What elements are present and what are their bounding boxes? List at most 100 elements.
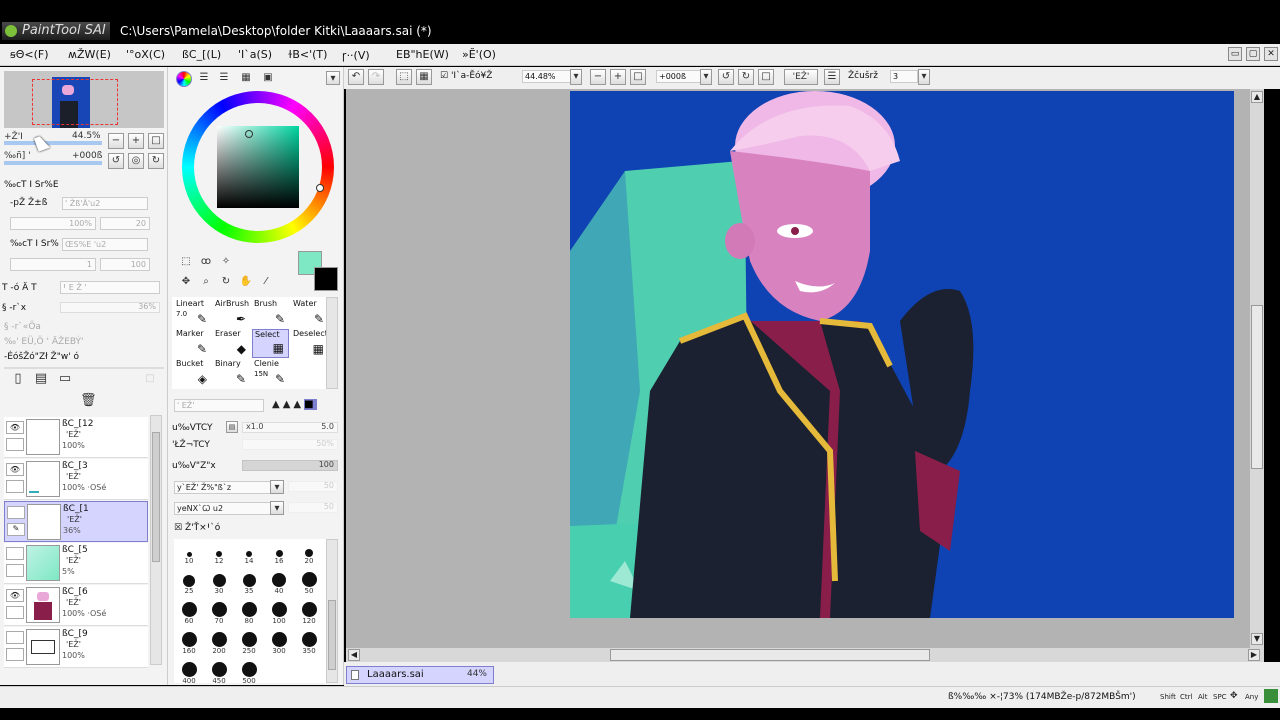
tool-select[interactable]: Select ▦ [252, 329, 289, 358]
menu-filter[interactable]: ɫB<ꞌ(T) [288, 48, 327, 61]
color-wheel-mode-tab[interactable] [176, 71, 192, 87]
brush-size-cell[interactable]: 16 [264, 539, 294, 569]
tool-clenie[interactable]: Clenie 15N ✎ [252, 359, 289, 388]
navigator-viewport[interactable] [32, 79, 118, 125]
texture-scale[interactable]: 1 [10, 258, 96, 271]
brush-size-cell[interactable]: 25 [174, 569, 204, 599]
clipping-group-checkbox[interactable]: ‰ꞌ EÜ,Ö ꞌ ÄŽEBÝꞌ [4, 337, 84, 347]
brush-size-cell[interactable]: 350 [294, 629, 324, 659]
visibility-eye-icon[interactable] [6, 631, 24, 644]
size-lock-icon[interactable]: ▤ [226, 421, 238, 433]
toolbar-rotate-right-icon[interactable]: ↻ [738, 69, 754, 85]
rotate-reset-button[interactable]: ◎ [128, 153, 144, 169]
redo-icon[interactable]: ↷ [368, 69, 384, 85]
menu-window[interactable]: EB"hE(W) [396, 48, 449, 61]
stabilizer-icon[interactable]: ☰ [824, 69, 840, 85]
new-folder-icon[interactable]: ▭ [57, 372, 73, 388]
canvas-viewport[interactable]: ▲ ▼ [346, 89, 1264, 649]
eyedropper-icon[interactable]: ⁄ [258, 275, 274, 291]
minimize-button[interactable]: ▭ [1228, 47, 1242, 61]
layer-row-selected[interactable]: ✎ ßC_[1 ꞌEŽꞌ 36% [4, 501, 148, 542]
brush-size-cell[interactable]: 20 [294, 539, 324, 569]
brush-size-scrollbar[interactable] [326, 539, 338, 683]
menu-selection[interactable]: ꞌI`a(S) [238, 48, 272, 61]
brush-size-cell[interactable]: 120 [294, 599, 324, 629]
shape-strength-slider[interactable]: 50 [288, 481, 338, 492]
magic-wand-icon[interactable]: ✧ [218, 255, 234, 271]
visibility-eye-icon[interactable] [6, 547, 24, 560]
color-wheel[interactable] [182, 91, 334, 243]
selection-source-radio[interactable]: -ÉóšŽó"Zł Ž"wꞌ ó [4, 352, 79, 362]
toolbar-zoom-in-icon[interactable]: + [610, 69, 626, 85]
effect-opacity[interactable]: 100% [10, 217, 96, 230]
saturation-value-square[interactable] [217, 126, 299, 208]
undo-icon[interactable]: ↶ [348, 69, 364, 85]
texture-strength-slider[interactable]: 50 [288, 502, 338, 513]
rgb-slider-tab[interactable]: ☰ [196, 71, 212, 87]
visibility-eye-icon[interactable] [7, 506, 25, 519]
layer-row[interactable]: 👁 ßC_[6 ꞌEŽꞌ 100% ·OSé [4, 585, 148, 626]
angle-dropdown-icon[interactable]: ▾ [700, 69, 712, 85]
brush-size-cell[interactable]: 500 [234, 659, 264, 683]
document-tab[interactable]: Laaaars.sai 44% [346, 666, 494, 684]
lock-toggle[interactable] [6, 480, 24, 493]
tool-airbrush[interactable]: AirBrush ✒ [213, 299, 250, 328]
rect-select-icon[interactable]: ⬚ [178, 255, 194, 271]
layer-list-scrollbar[interactable] [150, 415, 162, 665]
navigator-preview[interactable] [4, 71, 164, 128]
tool-brush[interactable]: Brush ✎ [252, 299, 289, 328]
tool-water[interactable]: Water ✎ [291, 299, 328, 328]
layer-row[interactable]: 👁 ßC_[12 ꞌEŽꞌ 100% [4, 417, 148, 458]
lock-toggle[interactable] [6, 564, 24, 577]
deselect-icon[interactable]: ⬚ [396, 69, 412, 85]
brush-size-cell[interactable]: 80 [234, 599, 264, 629]
tool-binary[interactable]: Binary ✎ [213, 359, 250, 388]
layer-row[interactable]: 👁 ßC_[3 ꞌEŽꞌ 100% ·OSé [4, 459, 148, 500]
brush-size-cell[interactable]: 450 [204, 659, 234, 683]
blend-mode-select[interactable]: ꞌ ŽßꞌÄꞌu2 [62, 197, 148, 210]
menu-others[interactable]: »Ӗꞌ(O) [462, 48, 496, 61]
brush-size-cell[interactable]: 10 [174, 539, 204, 569]
texture-select[interactable]: ŒS%E ꞌu2 [62, 238, 148, 251]
delete-layer-icon[interactable]: 🗑 [80, 394, 97, 410]
tool-eraser[interactable]: Eraser ◆ [213, 329, 250, 358]
brush-size-cell[interactable]: 30 [204, 569, 234, 599]
tool-bucket[interactable]: Bucket ◈ [174, 359, 211, 388]
zoom-slider[interactable] [4, 141, 102, 145]
angle-slider[interactable] [4, 161, 102, 165]
stabilizer-dropdown-icon[interactable]: ▾ [918, 69, 930, 85]
artwork-canvas[interactable] [570, 91, 1234, 618]
brush-size-cell[interactable]: 12 [204, 539, 234, 569]
rotate-icon[interactable]: ↻ [218, 275, 234, 291]
brush-mode-select[interactable]: ꞌ EŽꞌ [174, 399, 264, 412]
advanced-settings-toggle[interactable]: ☒ ŽꞌŤ×Ꞌ`ó [174, 523, 220, 533]
brush-size-cell[interactable]: 100 [264, 599, 294, 629]
texture-dropdown-icon[interactable]: ▾ [270, 501, 284, 515]
menu-file[interactable]: ꞩΘ<(F) [10, 48, 49, 61]
tool-marker[interactable]: Marker ✎ [174, 329, 211, 358]
maximize-button[interactable]: ▢ [1246, 47, 1260, 61]
zoom-dropdown-icon[interactable]: ▾ [570, 69, 582, 85]
brush-size-cell[interactable]: 40 [264, 569, 294, 599]
brush-size-cell[interactable]: 14 [234, 539, 264, 569]
brush-shape-select[interactable]: y`EŽꞌ Ž%"ß`z [174, 481, 284, 494]
tool-lineart[interactable]: Lineart 7.0 ✎ [174, 299, 211, 328]
paper-texture-select[interactable]: Ꞌ E Ž ꞌ [60, 281, 160, 294]
lock-toggle[interactable] [6, 606, 24, 619]
texture-scale-slider[interactable]: 36% [60, 302, 160, 313]
menu-edit[interactable]: ʍŽW(E) [68, 48, 111, 61]
brush-shape-buttons[interactable]: ▲▲▲■ [272, 399, 338, 413]
toolbar-rotate-left-icon[interactable]: ↺ [718, 69, 734, 85]
brush-size-slider[interactable]: 5.0 x1.0 [242, 422, 338, 433]
toolbar-zoom-out-icon[interactable]: − [590, 69, 606, 85]
rotate-left-button[interactable]: ↺ [108, 153, 124, 169]
close-button[interactable]: ✕ [1264, 47, 1278, 61]
brush-size-cell[interactable]: 35 [234, 569, 264, 599]
brush-texture-select[interactable]: yeNX`Ꞷ u2 [174, 502, 284, 515]
brush-edit-icon[interactable]: ✎ [7, 523, 25, 536]
new-layer-icon[interactable]: ▯ [10, 372, 26, 388]
tool-grid-scrollbar[interactable] [326, 297, 338, 389]
toolbar-zoom-reset-icon[interactable]: □ [630, 69, 646, 85]
lasso-icon[interactable]: ꝏ [198, 255, 214, 271]
zoom-reset-button[interactable]: □ [148, 133, 164, 149]
